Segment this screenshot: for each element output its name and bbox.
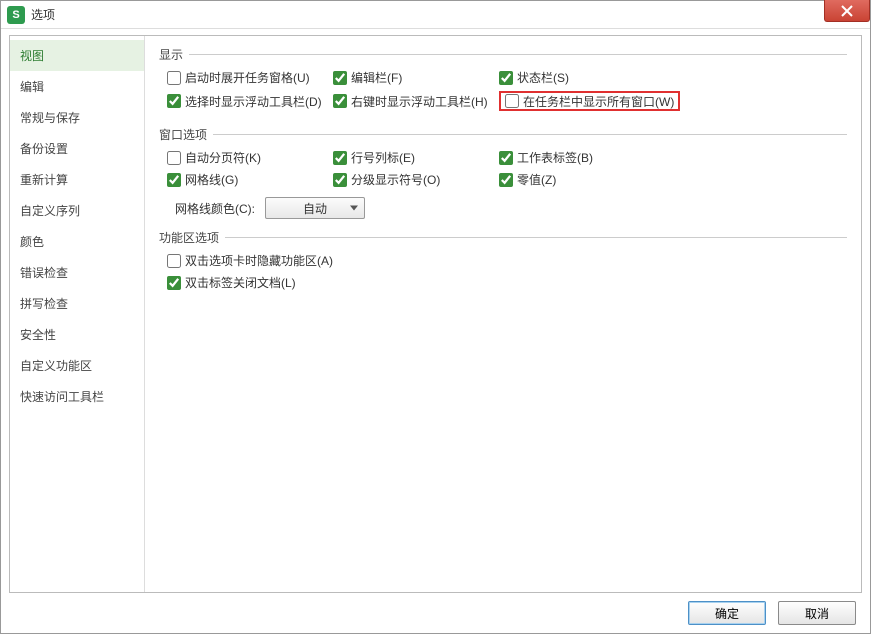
- sidebar-item-spellcheck[interactable]: 拼写检查: [10, 288, 144, 319]
- chevron-down-icon: [350, 206, 358, 211]
- divider-line: [189, 54, 847, 55]
- checkbox-outline-symbols[interactable]: 分级显示符号(O): [333, 171, 499, 188]
- sidebar-item-errorcheck[interactable]: 错误检查: [10, 257, 144, 288]
- checkbox-input[interactable]: [499, 151, 513, 165]
- sidebar-item-label: 错误检查: [20, 266, 68, 280]
- checkbox-input[interactable]: [167, 276, 181, 290]
- titlebar: S 选项: [1, 1, 870, 29]
- window-title: 选项: [31, 6, 55, 23]
- checkbox-input[interactable]: [333, 71, 347, 85]
- sidebar-item-label: 安全性: [20, 328, 56, 342]
- checkbox-input[interactable]: [167, 71, 181, 85]
- dialog-body: 视图 编辑 常规与保存 备份设置 重新计算 自定义序列 颜色 错误检查 拼写检查…: [9, 35, 862, 593]
- sidebar-item-label: 重新计算: [20, 173, 68, 187]
- checkbox-input[interactable]: [167, 173, 181, 187]
- sidebar-item-recalc[interactable]: 重新计算: [10, 164, 144, 195]
- sidebar-item-label: 快速访问工具栏: [20, 390, 104, 404]
- sidebar-item-label: 拼写检查: [20, 297, 68, 311]
- sidebar-item-label: 备份设置: [20, 142, 68, 156]
- gridcolor-row: 网格线颜色(C): 自动: [167, 197, 847, 219]
- sidebar-item-label: 自定义功能区: [20, 359, 92, 373]
- checkbox-label: 双击选项卡时隐藏功能区(A): [185, 252, 333, 269]
- checkbox-input[interactable]: [505, 94, 519, 108]
- gridcolor-label: 网格线颜色(C):: [175, 200, 255, 217]
- checkbox-input[interactable]: [333, 94, 347, 108]
- checkbox-close-doc[interactable]: 双击标签关闭文档(L): [167, 274, 847, 291]
- button-label: 取消: [805, 605, 829, 622]
- checkbox-label: 状态栏(S): [517, 69, 569, 86]
- sidebar-item-qat[interactable]: 快速访问工具栏: [10, 381, 144, 412]
- checkbox-input[interactable]: [333, 173, 347, 187]
- checkbox-taskbar-windows[interactable]: 在任务栏中显示所有窗口(W): [499, 91, 699, 111]
- checkbox-input[interactable]: [333, 151, 347, 165]
- divider-line: [213, 134, 847, 135]
- sidebar-item-label: 视图: [20, 49, 44, 63]
- checkbox-formulabar[interactable]: 编辑栏(F): [333, 69, 499, 86]
- sidebar-item-customlist[interactable]: 自定义序列: [10, 195, 144, 226]
- checkbox-label: 分级显示符号(O): [351, 171, 440, 188]
- fieldset-window-options: 窗口选项 自动分页符(K) 行号列标(E): [159, 126, 847, 219]
- fieldset-title: 功能区选项: [159, 229, 225, 246]
- checkbox-headers[interactable]: 行号列标(E): [333, 149, 499, 166]
- checkbox-gridlines[interactable]: 网格线(G): [167, 171, 333, 188]
- highlight-box: 在任务栏中显示所有窗口(W): [499, 91, 680, 111]
- app-icon: S: [7, 6, 25, 24]
- checkbox-label: 启动时展开任务窗格(U): [185, 69, 310, 86]
- sidebar-item-general[interactable]: 常规与保存: [10, 102, 144, 133]
- sidebar-item-label: 自定义序列: [20, 204, 80, 218]
- checkbox-label: 选择时显示浮动工具栏(D): [185, 93, 322, 110]
- checkbox-label: 行号列标(E): [351, 149, 415, 166]
- checkbox-label: 编辑栏(F): [351, 69, 402, 86]
- checkbox-label: 在任务栏中显示所有窗口(W): [523, 93, 674, 110]
- sidebar-item-security[interactable]: 安全性: [10, 319, 144, 350]
- checkbox-minitoolbar-select[interactable]: 选择时显示浮动工具栏(D): [167, 91, 333, 111]
- checkbox-zerovalues[interactable]: 零值(Z): [499, 171, 699, 188]
- sidebar: 视图 编辑 常规与保存 备份设置 重新计算 自定义序列 颜色 错误检查 拼写检查…: [10, 36, 145, 592]
- checkbox-input[interactable]: [499, 173, 513, 187]
- checkbox-label: 双击标签关闭文档(L): [185, 274, 296, 291]
- checkbox-pagebreaks[interactable]: 自动分页符(K): [167, 149, 333, 166]
- checkbox-taskpane[interactable]: 启动时展开任务窗格(U): [167, 69, 333, 86]
- sidebar-item-label: 常规与保存: [20, 111, 80, 125]
- button-label: 确定: [715, 605, 739, 622]
- gridcolor-dropdown[interactable]: 自动: [265, 197, 365, 219]
- checkbox-input[interactable]: [499, 71, 513, 85]
- close-icon: [841, 5, 853, 17]
- ok-button[interactable]: 确定: [688, 601, 766, 625]
- sidebar-item-color[interactable]: 颜色: [10, 226, 144, 257]
- fieldset-title: 窗口选项: [159, 126, 213, 143]
- checkbox-input[interactable]: [167, 94, 181, 108]
- button-bar: 确定 取消: [688, 601, 856, 625]
- sidebar-item-edit[interactable]: 编辑: [10, 71, 144, 102]
- checkbox-label: 零值(Z): [517, 171, 556, 188]
- sidebar-item-label: 编辑: [20, 80, 44, 94]
- checkbox-label: 右键时显示浮动工具栏(H): [351, 93, 488, 110]
- sidebar-item-view[interactable]: 视图: [10, 40, 144, 71]
- sidebar-item-backup[interactable]: 备份设置: [10, 133, 144, 164]
- content-pane: 显示 启动时展开任务窗格(U) 编辑栏(F): [145, 36, 861, 592]
- checkbox-label: 网格线(G): [185, 171, 238, 188]
- cancel-button[interactable]: 取消: [778, 601, 856, 625]
- fieldset-title: 显示: [159, 46, 189, 63]
- checkbox-minitoolbar-rightclick[interactable]: 右键时显示浮动工具栏(H): [333, 91, 499, 111]
- checkbox-hide-ribbon[interactable]: 双击选项卡时隐藏功能区(A): [167, 252, 847, 269]
- checkbox-input[interactable]: [167, 254, 181, 268]
- sidebar-item-customribbon[interactable]: 自定义功能区: [10, 350, 144, 381]
- fieldset-ribbon-options: 功能区选项 双击选项卡时隐藏功能区(A) 双击标签关闭文档(L): [159, 229, 847, 291]
- sidebar-item-label: 颜色: [20, 235, 44, 249]
- checkbox-label: 自动分页符(K): [185, 149, 261, 166]
- checkbox-input[interactable]: [167, 151, 181, 165]
- close-button[interactable]: [824, 0, 870, 22]
- divider-line: [225, 237, 847, 238]
- checkbox-label: 工作表标签(B): [517, 149, 593, 166]
- checkbox-sheettabs[interactable]: 工作表标签(B): [499, 149, 699, 166]
- fieldset-display: 显示 启动时展开任务窗格(U) 编辑栏(F): [159, 46, 847, 116]
- options-dialog: S 选项 视图 编辑 常规与保存 备份设置 重新计算 自定义序列 颜色 错误检查…: [0, 0, 871, 634]
- checkbox-statusbar[interactable]: 状态栏(S): [499, 69, 699, 86]
